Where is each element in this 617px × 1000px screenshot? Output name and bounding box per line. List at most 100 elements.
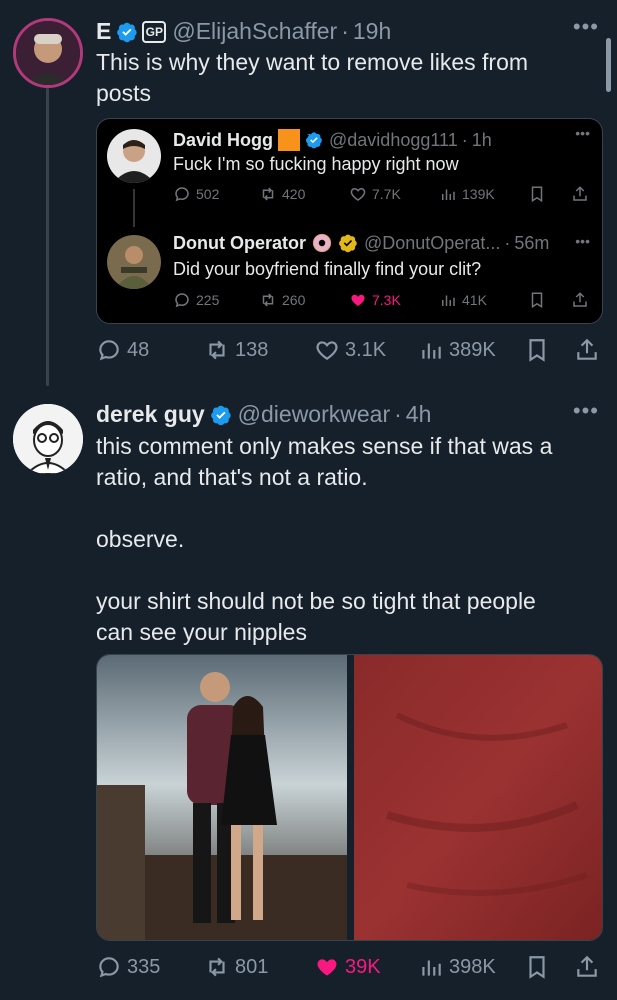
like-button[interactable]: 7.7K bbox=[349, 185, 401, 203]
retweet-icon bbox=[209, 957, 225, 977]
share-icon bbox=[577, 338, 597, 360]
reply-button[interactable]: 48 bbox=[96, 337, 149, 363]
views-button[interactable]: 398K bbox=[418, 954, 496, 980]
tweet-time[interactable]: 19h bbox=[353, 18, 391, 45]
bookmark-button[interactable] bbox=[528, 185, 546, 203]
verified-gold-icon bbox=[339, 234, 357, 253]
author-name[interactable]: E bbox=[96, 18, 111, 45]
share-button[interactable] bbox=[574, 954, 600, 980]
donut-emoji-icon bbox=[312, 233, 332, 253]
tweet-media[interactable] bbox=[96, 654, 603, 941]
reply-button[interactable]: 502 bbox=[173, 185, 219, 203]
more-icon[interactable]: ••• bbox=[575, 125, 590, 141]
views-icon bbox=[422, 960, 441, 976]
heart-icon bbox=[351, 294, 365, 306]
action-bar: 48 138 3.1K 389K bbox=[96, 337, 603, 365]
views-count: 41K bbox=[462, 292, 487, 308]
action-bar: 225 260 7.3K 41K bbox=[173, 289, 593, 311]
verified-icon bbox=[210, 405, 231, 425]
views-icon bbox=[422, 343, 441, 359]
reply-icon bbox=[99, 957, 119, 978]
bookmark-icon bbox=[531, 292, 543, 309]
scrollbar[interactable] bbox=[606, 38, 611, 92]
heart-icon bbox=[350, 187, 366, 201]
share-icon bbox=[577, 955, 597, 977]
photo-shirt-closeup[interactable] bbox=[354, 655, 603, 941]
tweet-header: derek guy @dieworkwear · 4h bbox=[96, 401, 431, 428]
author-handle[interactable]: @davidhogg111 bbox=[329, 130, 458, 151]
tweet-text-line: can see your nipples bbox=[96, 619, 307, 645]
bookmark-icon bbox=[529, 956, 545, 979]
bookmark-button[interactable] bbox=[524, 954, 550, 980]
tweet-text-line: this comment only makes sense if that wa… bbox=[96, 433, 553, 459]
retweet-icon bbox=[262, 187, 274, 201]
views-button[interactable]: 41K bbox=[439, 291, 487, 309]
like-count: 7.3K bbox=[372, 292, 401, 308]
retweet-button[interactable]: 801 bbox=[204, 954, 268, 980]
reply-button[interactable]: 225 bbox=[173, 291, 219, 309]
verified-icon bbox=[305, 132, 322, 149]
retweet-count: 260 bbox=[282, 292, 306, 308]
reply-button[interactable]: 335 bbox=[96, 954, 160, 980]
views-button[interactable]: 139K bbox=[439, 185, 495, 203]
verified-icon bbox=[117, 22, 137, 42]
separator-dot: · bbox=[504, 232, 511, 253]
avatar-elijah[interactable] bbox=[13, 18, 83, 88]
separator-dot: · bbox=[461, 129, 468, 150]
share-button[interactable] bbox=[574, 337, 600, 363]
retweet-count: 420 bbox=[282, 186, 306, 202]
share-button[interactable] bbox=[571, 291, 589, 309]
retweet-count: 138 bbox=[235, 338, 269, 361]
like-count: 3.1K bbox=[345, 338, 387, 361]
tweet-header: E GP @ElijahSchaffer · 19h bbox=[96, 18, 391, 45]
bookmark-icon bbox=[529, 339, 545, 362]
tweet-text: Did your boyfriend finally find your cli… bbox=[173, 259, 482, 279]
tweet-text: Fuck I'm so fucking happy right now bbox=[173, 154, 459, 174]
thread-connector-line bbox=[46, 88, 49, 386]
views-icon bbox=[442, 295, 455, 306]
retweet-button[interactable]: 260 bbox=[259, 291, 305, 309]
author-name[interactable]: David Hogg bbox=[173, 130, 273, 151]
photo-couple[interactable] bbox=[97, 655, 347, 941]
retweet-button[interactable]: 420 bbox=[259, 185, 305, 203]
tweet-time[interactable]: 56m bbox=[514, 233, 549, 254]
bookmark-button[interactable] bbox=[524, 337, 550, 363]
like-button[interactable]: 39K bbox=[314, 954, 381, 980]
author-handle[interactable]: @ElijahSchaffer bbox=[172, 18, 337, 45]
quote-header: David Hogg @davidhogg111 · 1h bbox=[173, 129, 492, 151]
action-bar: 335 801 39K 398K bbox=[96, 954, 603, 982]
author-name[interactable]: derek guy bbox=[96, 401, 205, 428]
reply-icon bbox=[175, 187, 189, 202]
like-button[interactable]: 7.3K bbox=[349, 291, 401, 309]
author-handle[interactable]: @dieworkwear bbox=[238, 401, 390, 428]
tweet-time[interactable]: 1h bbox=[472, 130, 492, 151]
heart-icon bbox=[316, 341, 338, 360]
tweet-time[interactable]: 4h bbox=[406, 401, 432, 428]
tweet-text-line: observe. bbox=[96, 526, 185, 552]
tweet-text-line: This is why they want to remove likes fr… bbox=[96, 49, 529, 75]
more-icon[interactable]: ••• bbox=[575, 233, 590, 249]
views-button[interactable]: 389K bbox=[418, 337, 496, 363]
avatar-derek-guy[interactable] bbox=[13, 404, 83, 474]
author-name[interactable]: Donut Operator bbox=[173, 233, 306, 254]
share-button[interactable] bbox=[571, 185, 589, 203]
views-count: 139K bbox=[462, 186, 495, 202]
like-button[interactable]: 3.1K bbox=[314, 337, 386, 363]
heart-icon bbox=[317, 959, 337, 976]
more-icon[interactable]: ••• bbox=[573, 398, 599, 424]
avatar-david-hogg[interactable] bbox=[107, 129, 161, 183]
retweet-button[interactable]: 138 bbox=[204, 337, 268, 363]
reply-count: 225 bbox=[196, 292, 220, 308]
tweet-text-line: your shirt should not be so tight that p… bbox=[96, 588, 536, 614]
tweet-text-line: ratio, and that's not a ratio. bbox=[96, 464, 368, 490]
quoted-thread-card[interactable]: David Hogg @davidhogg111 · 1h ••• Fuck I… bbox=[96, 118, 603, 324]
reply-count: 335 bbox=[127, 955, 161, 978]
retweet-count: 801 bbox=[235, 955, 269, 978]
author-handle[interactable]: @DonutOperat... bbox=[364, 233, 500, 254]
more-icon[interactable]: ••• bbox=[573, 14, 599, 40]
separator-dot: · bbox=[394, 401, 402, 427]
affiliate-badge[interactable]: GP bbox=[142, 20, 167, 43]
avatar-donut-operator[interactable] bbox=[107, 235, 161, 289]
reply-count: 502 bbox=[196, 186, 220, 202]
bookmark-button[interactable] bbox=[528, 291, 546, 309]
